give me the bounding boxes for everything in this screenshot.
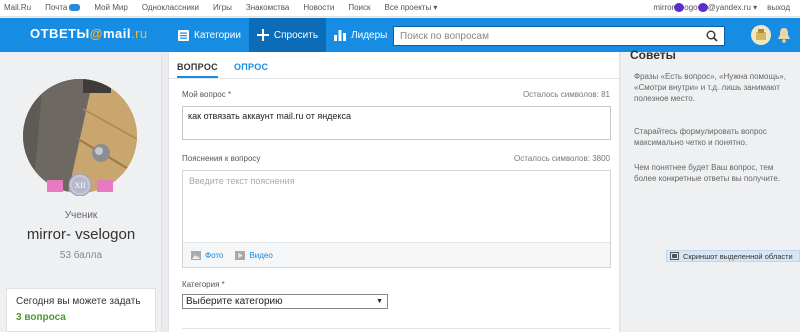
question-quota-box: Сегодня вы можете задать 3 вопроса	[6, 288, 156, 332]
portal-bar: Mail.Ru Почта Мой Мир Одноклассники Игры…	[0, 0, 800, 17]
question-textarea[interactable]: как отвязать аккаунт mail.ru от яндекса	[182, 106, 611, 140]
quota-text: Сегодня вы можете задать	[16, 296, 141, 307]
notifications-bell-icon[interactable]	[776, 27, 792, 43]
logout-link[interactable]: выход	[767, 3, 790, 12]
portal-link-search[interactable]: Поиск	[348, 3, 370, 12]
portal-link-all-projects[interactable]: Все проекты ▾	[385, 3, 438, 12]
nav-categories[interactable]: Категории	[170, 18, 249, 52]
otvety-logo[interactable]: ОТВЕТЫ@mail.ru	[30, 26, 148, 41]
screenshot-icon	[670, 252, 679, 260]
user-rank: Ученик	[64, 210, 98, 221]
user-email-menu[interactable]: mirror ogo @yandex.ru ▾	[653, 3, 757, 12]
question-remaining: Осталось символов: 81	[522, 90, 610, 99]
add-video-button[interactable]: Видео	[235, 250, 273, 260]
add-photo-button[interactable]: Фото	[191, 250, 224, 260]
explain-label: Пояснения к вопросу	[182, 154, 261, 163]
search-icon[interactable]	[706, 30, 718, 42]
portal-link-games[interactable]: Игры	[213, 3, 232, 12]
rank-badge: XII	[47, 174, 113, 196]
rank-badge-text: XII	[74, 181, 85, 190]
portal-link-dating[interactable]: Знакомства	[246, 3, 290, 12]
tab-poll[interactable]: ОПРОС	[234, 62, 268, 78]
tip-item: Фразы «Есть вопрос», «Нужна помощь», «См…	[634, 72, 786, 103]
main-header: ОТВЕТЫ@mail.ru Категории Спросить Лидеры	[0, 18, 800, 52]
tip-item: Старайтесь формулировать вопрос максимал…	[634, 127, 767, 147]
redaction-scribble-icon	[697, 3, 708, 12]
nav-ask[interactable]: Спросить	[248, 18, 327, 52]
portal-link-mailru[interactable]: Mail.Ru	[4, 3, 31, 12]
achievement-icon[interactable]	[750, 24, 772, 46]
add-video-label: Видео	[249, 250, 273, 260]
category-label: Категория *	[182, 280, 225, 289]
user-name[interactable]: mirror- vselogon	[0, 226, 162, 243]
explain-remaining: Осталось символов: 3800	[514, 154, 610, 163]
tabs-divider	[169, 78, 621, 79]
nav-leaders-label: Лидеры	[351, 29, 388, 41]
question-label: Мой вопрос *	[182, 90, 232, 99]
quota-count: 3 вопроса	[16, 312, 66, 323]
search-input[interactable]	[394, 27, 694, 45]
search-box	[393, 26, 725, 46]
tips-heading: Советы	[630, 48, 676, 62]
mail-counter-badge-icon	[69, 4, 81, 11]
nav-leaders[interactable]: Лидеры	[326, 18, 395, 52]
tab-question[interactable]: ВОПРОС	[177, 62, 218, 78]
explain-placeholder: Введите текст пояснения	[189, 176, 295, 186]
category-select[interactable]: Выберите категорию ▼	[182, 294, 388, 309]
ask-question-form: ВОПРОС ОПРОС Мой вопрос * Осталось симво…	[168, 52, 621, 332]
leaders-chart-icon	[334, 29, 347, 41]
category-select-value: Выберите категорию	[186, 296, 283, 307]
categories-icon	[178, 29, 189, 41]
nav-ask-label: Спросить	[273, 29, 319, 41]
tip-item: Чем понятнее будет Ваш вопрос, тем более…	[634, 163, 781, 183]
video-icon	[235, 250, 246, 260]
screenshot-tool-label: Скриншот выделенной области	[683, 251, 793, 261]
screenshot-tool-button[interactable]: Скриншот выделенной области	[666, 250, 800, 262]
user-points: 53 балла	[59, 250, 103, 261]
redaction-scribble-icon	[674, 3, 685, 12]
portal-link-ok[interactable]: Одноклассники	[142, 3, 199, 12]
portal-link-news[interactable]: Новости	[303, 3, 334, 12]
nav-categories-label: Категории	[194, 29, 241, 41]
media-toolbar: Фото Видео	[183, 242, 610, 267]
tips-panel: Советы Фразы «Есть вопрос», «Нужна помощ…	[621, 48, 800, 332]
photo-icon	[191, 250, 201, 260]
portal-link-mymir[interactable]: Мой Мир	[94, 3, 127, 12]
form-divider	[182, 328, 611, 329]
add-photo-label: Фото	[205, 250, 224, 260]
dropdown-arrow-icon: ▼	[376, 298, 383, 305]
plus-icon	[256, 29, 269, 41]
portal-link-mail[interactable]: Почта	[45, 3, 81, 12]
explain-textarea[interactable]: Введите текст пояснения Фото Видео	[182, 170, 611, 268]
profile-sidebar: XII Ученик mirror- vselogon 53 балла Сег…	[0, 52, 162, 332]
